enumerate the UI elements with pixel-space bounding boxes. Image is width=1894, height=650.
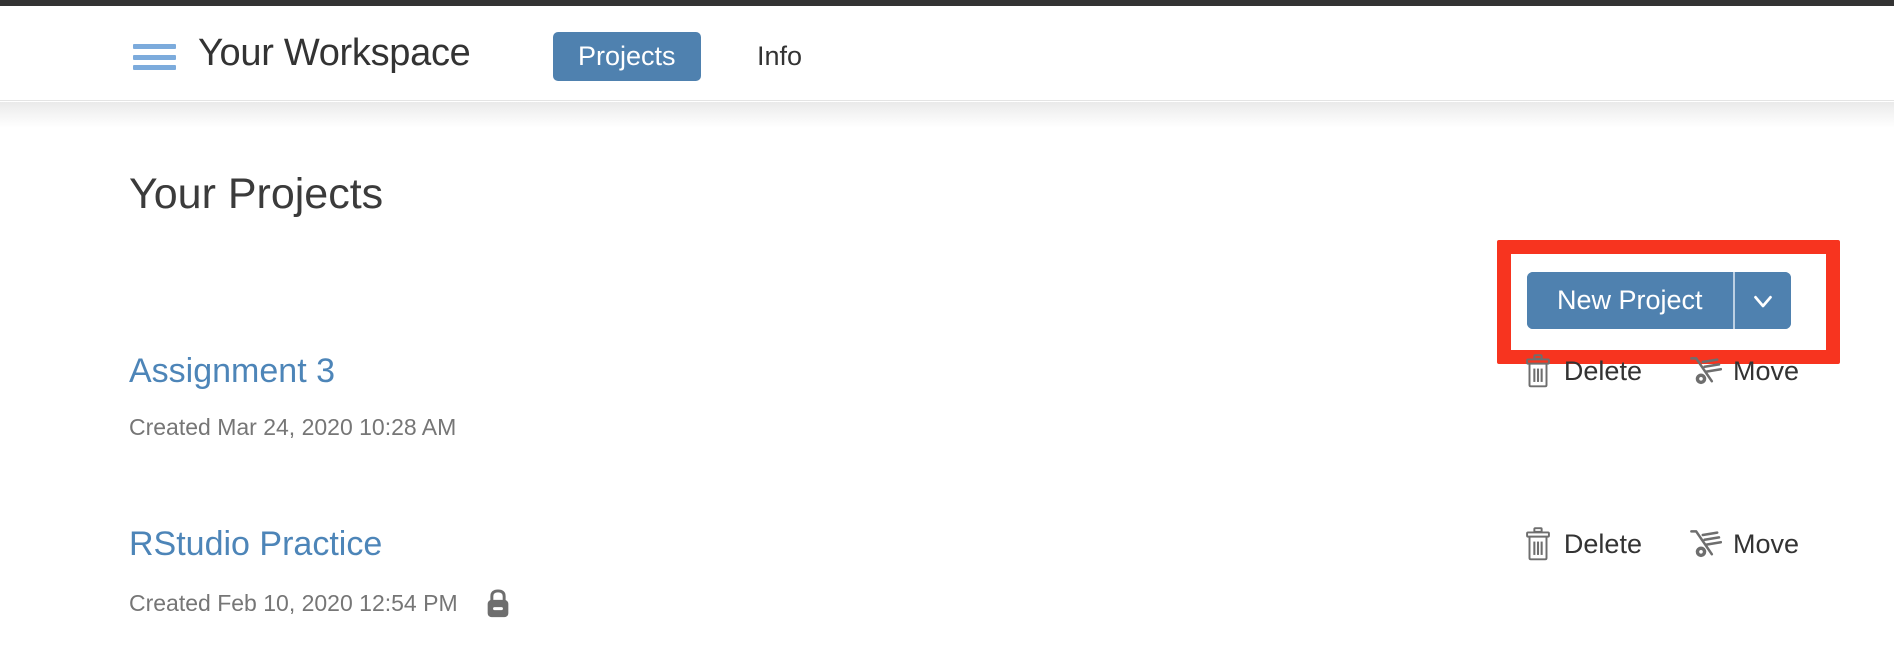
hand-truck-icon xyxy=(1690,357,1722,385)
move-action[interactable]: Move xyxy=(1686,527,1799,561)
hamburger-bar-3 xyxy=(133,65,176,70)
project-created-timestamp: Created Mar 24, 2020 10:28 AM xyxy=(129,414,457,440)
tab-projects[interactable]: Projects xyxy=(553,32,701,81)
project-row: RStudio Practice Created Feb 10, 2020 12… xyxy=(0,525,1894,640)
workspace-title: Your Workspace xyxy=(198,32,471,74)
hamburger-bar-2 xyxy=(133,54,176,60)
new-project-button-group[interactable]: New Project xyxy=(1527,272,1791,329)
project-created-timestamp: Created Feb 10, 2020 12:54 PM xyxy=(129,589,458,616)
page-title: Your Projects xyxy=(129,170,384,218)
new-project-dropdown-toggle[interactable] xyxy=(1732,272,1791,329)
trash-icon xyxy=(1526,354,1550,388)
project-link[interactable]: Assignment 3 xyxy=(129,352,335,391)
move-action-label: Move xyxy=(1732,355,1799,386)
project-actions: Delete Move xyxy=(1523,527,1799,561)
tab-info[interactable]: Info xyxy=(757,32,802,81)
delete-action[interactable]: Delete xyxy=(1523,527,1642,561)
trash-icon xyxy=(1526,527,1550,561)
hamburger-icon[interactable] xyxy=(133,44,176,70)
chevron-down-icon xyxy=(1753,295,1772,307)
hamburger-bar-1 xyxy=(133,44,176,49)
project-link[interactable]: RStudio Practice xyxy=(129,525,382,564)
hand-truck-icon xyxy=(1690,530,1722,558)
delete-action-label: Delete xyxy=(1563,355,1642,386)
lock-icon xyxy=(487,589,508,618)
project-actions: Delete Move xyxy=(1523,354,1799,388)
project-row: Assignment 3 Created Mar 24, 2020 10:28 … xyxy=(0,352,1894,467)
move-action[interactable]: Move xyxy=(1686,354,1799,388)
project-meta: Created Mar 24, 2020 10:28 AM xyxy=(129,414,456,441)
delete-action[interactable]: Delete xyxy=(1523,354,1642,388)
move-action-label: Move xyxy=(1732,528,1799,559)
project-meta: Created Feb 10, 2020 12:54 PM xyxy=(129,587,512,619)
new-project-button[interactable]: New Project xyxy=(1527,272,1733,329)
app-header: Your Workspace Projects Info xyxy=(0,6,1894,101)
delete-action-label: Delete xyxy=(1563,528,1642,559)
page-content: Your Projects New Project Assignment 3 C… xyxy=(0,102,1894,650)
